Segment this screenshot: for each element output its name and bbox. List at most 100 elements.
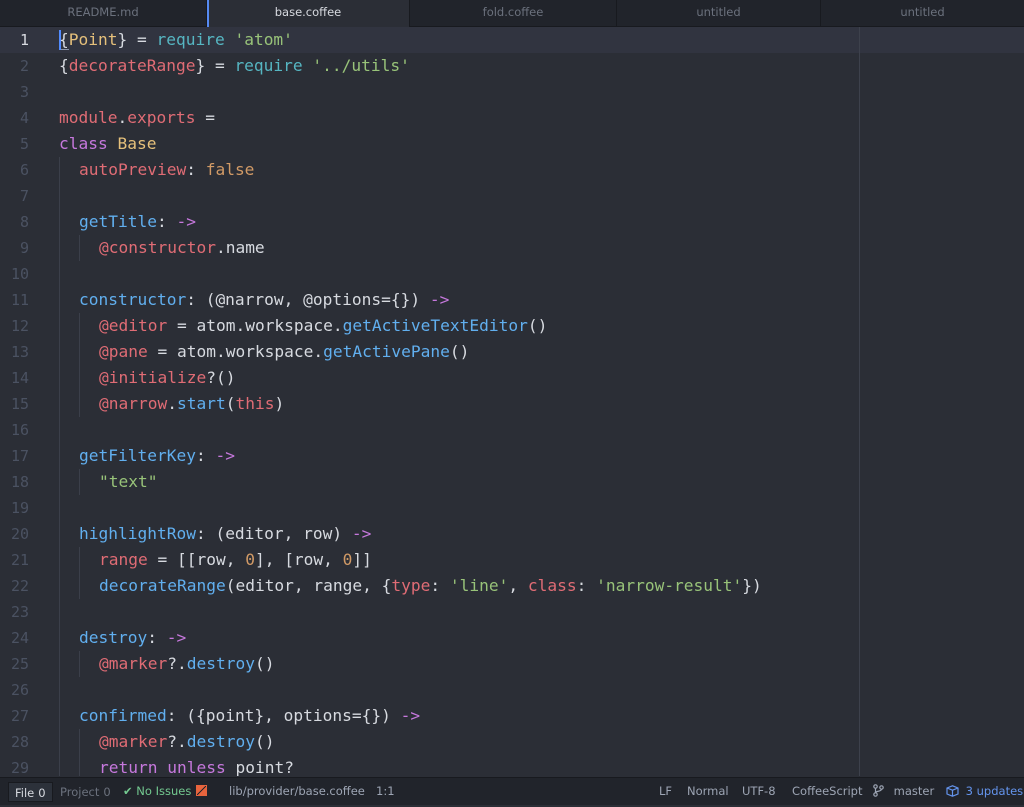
- code-line[interactable]: autoPreview: false: [59, 157, 1024, 183]
- line-number[interactable]: 11: [0, 287, 29, 313]
- code-line[interactable]: [59, 495, 1024, 521]
- line-number[interactable]: 27: [0, 703, 29, 729]
- linter-status[interactable]: ✔ No Issues: [123, 778, 191, 805]
- code-line[interactable]: class Base: [59, 131, 1024, 157]
- line-number[interactable]: 7: [0, 183, 29, 209]
- line-number[interactable]: 5: [0, 131, 29, 157]
- code-line[interactable]: getFilterKey: ->: [59, 443, 1024, 469]
- line-number[interactable]: 23: [0, 599, 29, 625]
- code-line[interactable]: decorateRange(editor, range, {type: 'lin…: [59, 573, 1024, 599]
- code-token: constructor: [79, 290, 187, 309]
- code-line-content: @editor = atom.workspace.getActiveTextEd…: [99, 316, 547, 335]
- line-number[interactable]: 25: [0, 651, 29, 677]
- tab-readme[interactable]: README.md: [0, 0, 207, 26]
- line-number[interactable]: 20: [0, 521, 29, 547]
- line-number[interactable]: 10: [0, 261, 29, 287]
- project-issues-tab[interactable]: Project 0: [54, 782, 117, 802]
- check-icon: ✔: [123, 784, 133, 798]
- code-token: module: [59, 108, 118, 127]
- code-line-content: @pane = atom.workspace.getActivePane(): [99, 342, 469, 361]
- code-line[interactable]: {Point} = require 'atom': [59, 27, 1024, 53]
- indent-guide: [59, 157, 60, 183]
- code-line[interactable]: @marker?.destroy(): [59, 729, 1024, 755]
- line-number[interactable]: 21: [0, 547, 29, 573]
- grammar-selector[interactable]: CoffeeScript: [792, 778, 863, 805]
- line-number[interactable]: 26: [0, 677, 29, 703]
- code-line[interactable]: [59, 79, 1024, 105]
- line-number[interactable]: 13: [0, 339, 29, 365]
- line-number[interactable]: 12: [0, 313, 29, 339]
- line-number[interactable]: 4: [0, 105, 29, 131]
- code-line[interactable]: @marker?.destroy(): [59, 651, 1024, 677]
- line-number-gutter[interactable]: 1 2 3 4 5 6 7 8 9 10 11 12 13 14 15 16 17 18 19 20 21 22 23 24 2…: [0, 27, 48, 776]
- code-line[interactable]: [59, 417, 1024, 443]
- code-token: =: [195, 108, 215, 127]
- code-token: ?.: [167, 732, 187, 751]
- line-number[interactable]: 2: [0, 53, 29, 79]
- line-number[interactable]: 14: [0, 365, 29, 391]
- line-number[interactable]: 19: [0, 495, 29, 521]
- line-number[interactable]: 17: [0, 443, 29, 469]
- code-line[interactable]: getTitle: ->: [59, 209, 1024, 235]
- code-line[interactable]: {decorateRange} = require '../utils': [59, 53, 1024, 79]
- code-token: @narrow: [99, 394, 168, 413]
- line-number[interactable]: 3: [0, 79, 29, 105]
- tab-base-coffee[interactable]: base.coffee: [207, 0, 410, 27]
- code-line[interactable]: [59, 677, 1024, 703]
- line-ending-selector[interactable]: LF: [659, 778, 672, 805]
- code-token: ?(): [206, 368, 236, 387]
- code-token: ->: [429, 290, 450, 309]
- code-token: (: [225, 394, 236, 413]
- code-line[interactable]: @narrow.start(this): [59, 391, 1024, 417]
- code-line[interactable]: @pane = atom.workspace.getActivePane(): [59, 339, 1024, 365]
- code-line[interactable]: @editor = atom.workspace.getActiveTextEd…: [59, 313, 1024, 339]
- tab-label: README.md: [67, 5, 139, 19]
- code-line[interactable]: confirmed: ({point}, options={}) ->: [59, 703, 1024, 729]
- code-line[interactable]: [59, 183, 1024, 209]
- encoding-selector[interactable]: UTF-8: [742, 778, 776, 805]
- code-line[interactable]: "text": [59, 469, 1024, 495]
- line-number[interactable]: 9: [0, 235, 29, 261]
- tab-fold-coffee[interactable]: fold.coffee: [410, 0, 617, 26]
- git-branch[interactable]: master: [873, 778, 934, 805]
- text-editor[interactable]: 1 2 3 4 5 6 7 8 9 10 11 12 13 14 15 16 17 18 19 20 21 22 23 24 2…: [0, 27, 1024, 776]
- code-line[interactable]: @constructor.name: [59, 235, 1024, 261]
- code-line[interactable]: range = [[row, 0], [row, 0]]: [59, 547, 1024, 573]
- tab-untitled-1[interactable]: untitled: [617, 0, 821, 26]
- line-number[interactable]: 1: [0, 27, 29, 53]
- code-line-content: highlightRow: (editor, row) ->: [79, 524, 371, 543]
- file-tab-label: File: [15, 786, 35, 800]
- package-icon: [946, 780, 959, 807]
- code-token: destroy: [186, 732, 255, 751]
- package-updates[interactable]: 3 updates: [946, 778, 1023, 805]
- code-line[interactable]: highlightRow: (editor, row) ->: [59, 521, 1024, 547]
- line-number[interactable]: 28: [0, 729, 29, 755]
- line-number[interactable]: 8: [0, 209, 29, 235]
- line-number[interactable]: 15: [0, 391, 29, 417]
- file-issues-tab[interactable]: File 0: [8, 782, 53, 802]
- line-number[interactable]: 6: [0, 157, 29, 183]
- line-number[interactable]: 22: [0, 573, 29, 599]
- code-token: ->: [400, 706, 421, 725]
- code-lines[interactable]: {Point} = require 'atom' {decorateRange} …: [59, 27, 1024, 776]
- line-number[interactable]: 29: [0, 755, 29, 776]
- vim-mode-indicator[interactable]: Normal: [687, 778, 729, 805]
- indent-guide: [59, 625, 60, 651]
- code-line[interactable]: @initialize?(): [59, 365, 1024, 391]
- code-line[interactable]: destroy: ->: [59, 625, 1024, 651]
- code-line[interactable]: [59, 261, 1024, 287]
- code-line[interactable]: constructor: (@narrow, @options={}) ->: [59, 287, 1024, 313]
- code-line[interactable]: [59, 599, 1024, 625]
- code-line[interactable]: return unless point?: [59, 755, 1024, 776]
- linter-toggle[interactable]: [196, 778, 207, 805]
- cursor-position[interactable]: 1:1: [376, 778, 395, 805]
- tab-untitled-2[interactable]: untitled: [821, 0, 1024, 26]
- file-path[interactable]: lib/provider/base.coffee: [229, 778, 365, 805]
- line-number[interactable]: 18: [0, 469, 29, 495]
- code-line[interactable]: module.exports =: [59, 105, 1024, 131]
- line-number[interactable]: 24: [0, 625, 29, 651]
- code-token: :: [430, 576, 450, 595]
- code-line-content: {decorateRange} = require '../utils': [59, 56, 410, 75]
- line-number[interactable]: 16: [0, 417, 29, 443]
